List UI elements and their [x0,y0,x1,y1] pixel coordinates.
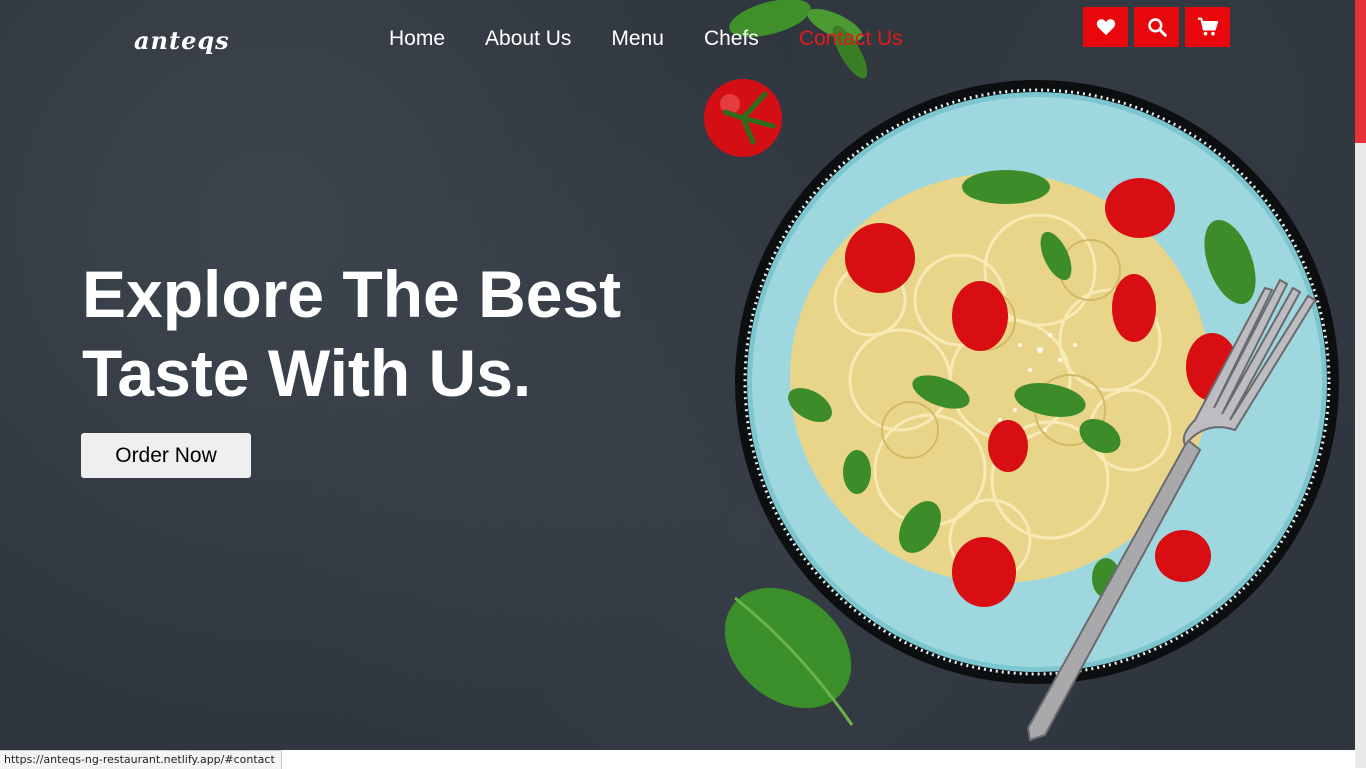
scrollbar[interactable] [1355,0,1366,768]
nav-contact-link[interactable]: Contact Us [799,27,903,51]
search-icon [1147,18,1167,37]
headline-line-2: Taste With Us. [82,336,532,410]
wishlist-button[interactable] [1083,7,1128,47]
cherry-tomato [704,79,782,157]
nav-about-link[interactable]: About Us [485,27,571,51]
hero-section: anteqs Home About Us Menu Chefs Contact … [0,0,1355,750]
scrollbar-thumb[interactable] [1355,0,1366,143]
headline-line-1: Explore The Best [82,257,622,331]
order-now-button[interactable]: Order Now [81,433,251,478]
brand-logo[interactable]: anteqs [134,26,230,55]
hero-headline: Explore The Best Taste With Us. [82,255,702,413]
search-button[interactable] [1134,7,1179,47]
nav-menu-link[interactable]: Menu [611,27,664,51]
main-nav: Home About Us Menu Chefs Contact Us [389,27,903,51]
heart-icon [1096,19,1115,36]
nav-chefs-link[interactable]: Chefs [704,27,759,51]
nav-home-link[interactable]: Home [389,27,445,51]
link-status-bar: https://anteqs-ng-restaurant.netlify.app… [0,750,282,769]
cart-button[interactable] [1185,7,1230,47]
cart-icon [1197,17,1218,36]
